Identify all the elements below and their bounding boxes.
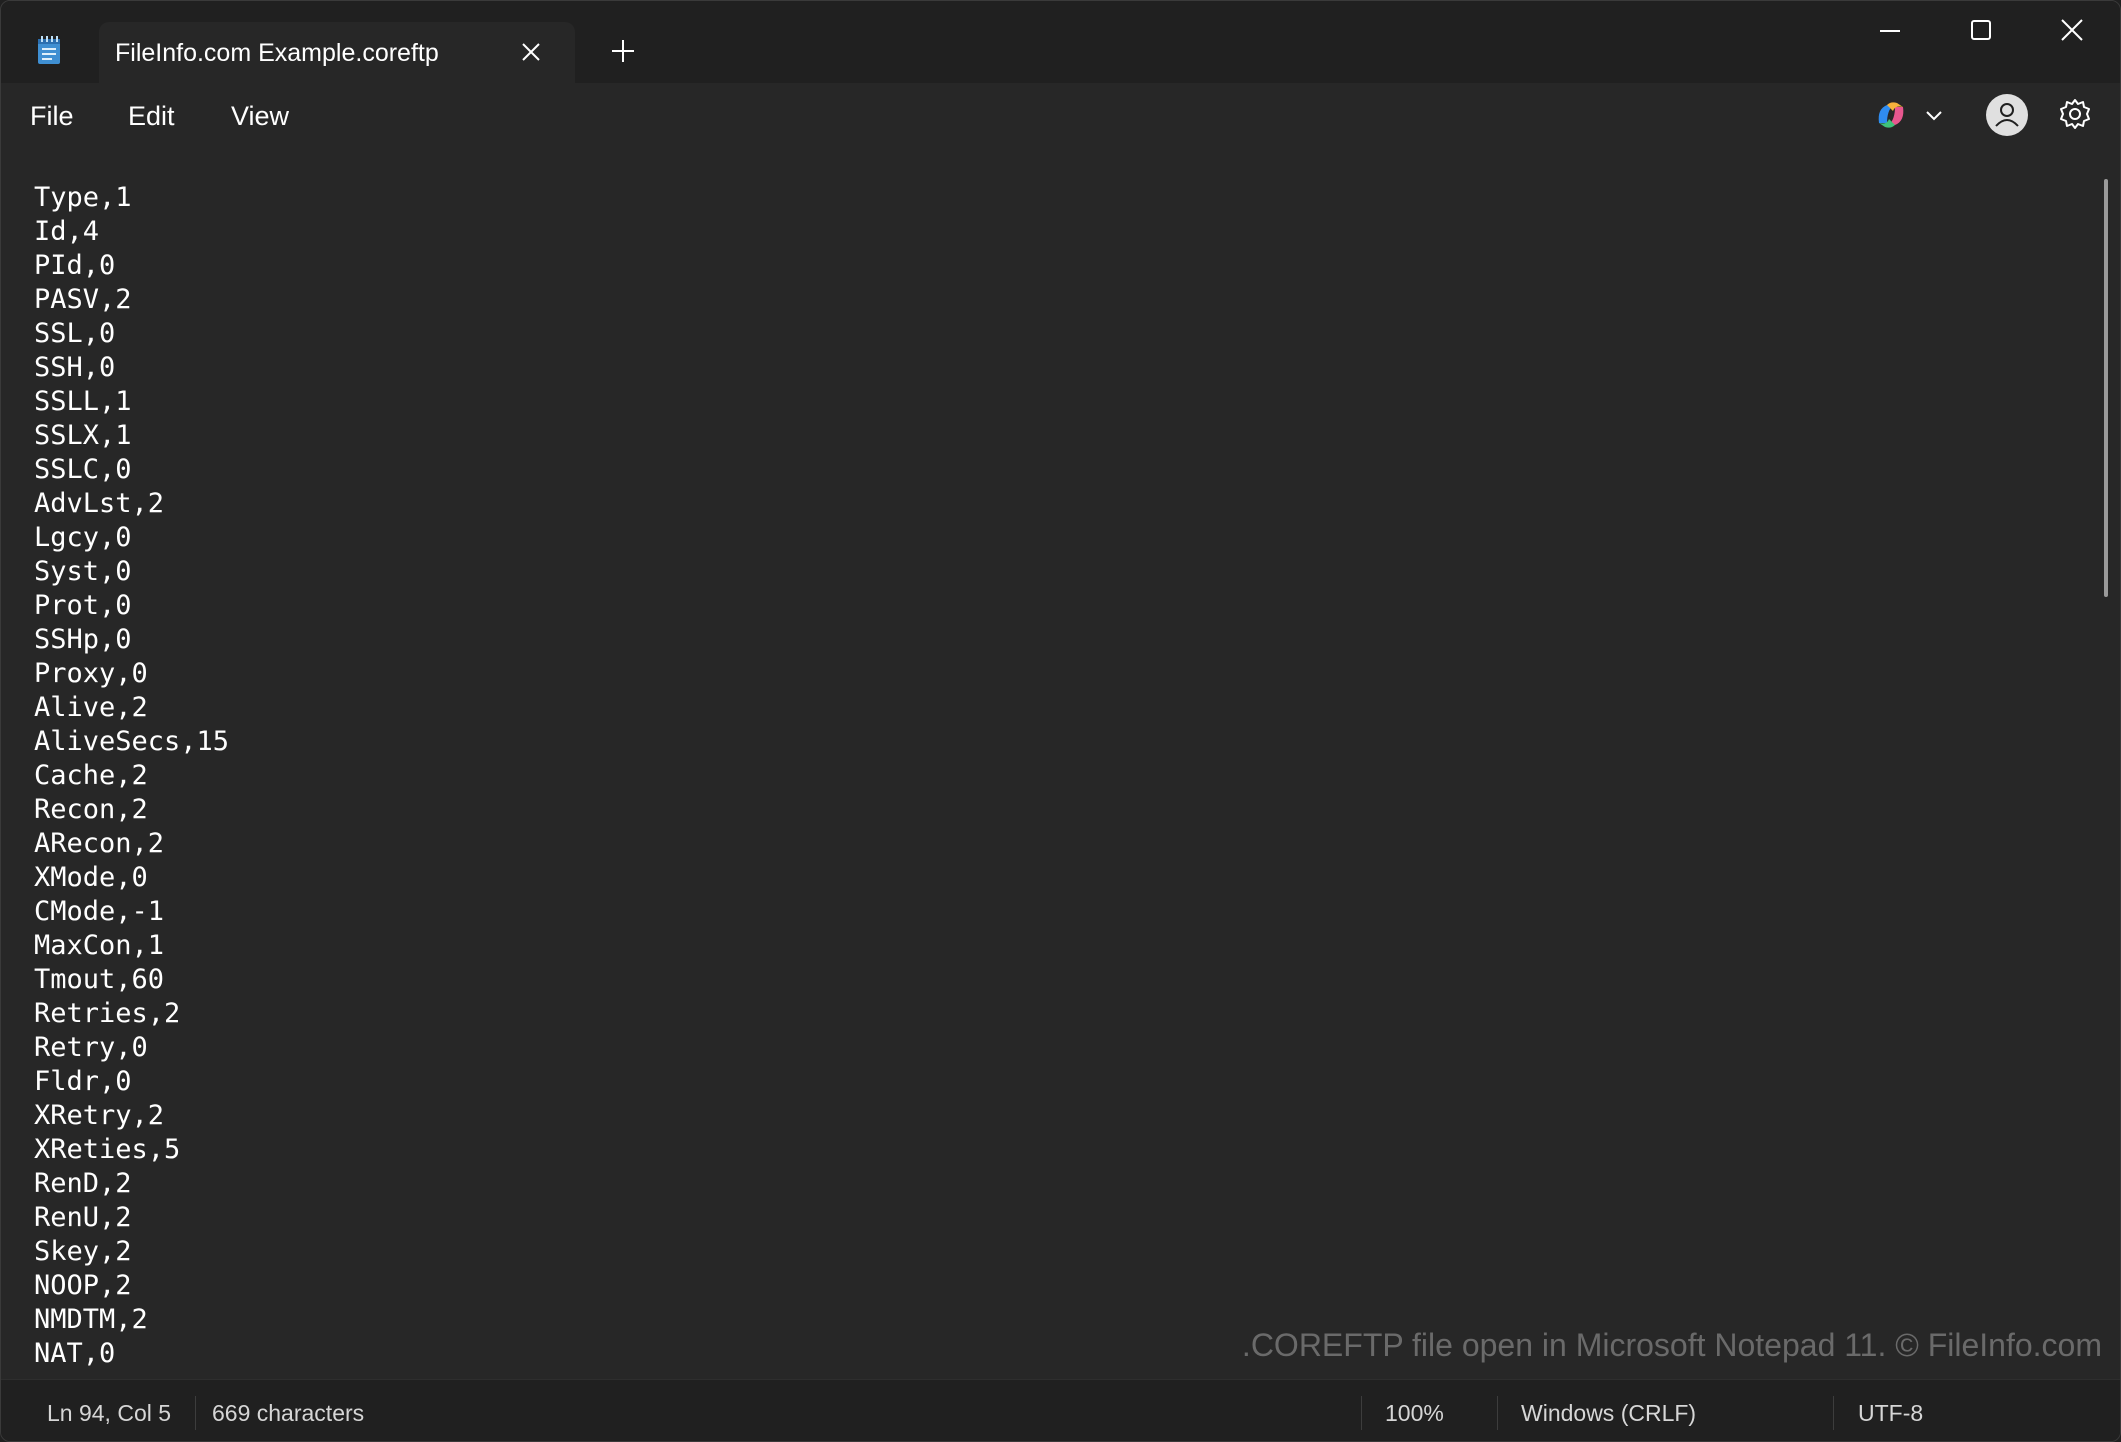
status-divider: [1361, 1396, 1362, 1430]
editor-line: Syst,0: [34, 556, 132, 587]
watermark: .COREFTP file open in Microsoft Notepad …: [1241, 1327, 2102, 1363]
editor-line: RenU,2: [34, 1202, 132, 1233]
editor-line: AdvLst,2: [34, 488, 165, 519]
minimize-icon[interactable]: [1870, 13, 1910, 49]
avatar-icon: [1995, 103, 2019, 127]
editor-line: AliveSecs,15: [34, 726, 230, 757]
chevron-down-icon[interactable]: [1923, 105, 1945, 125]
editor-line: CMode,-1: [34, 896, 165, 927]
editor-line: SSLL,1: [34, 386, 132, 417]
editor-line: NAT,0: [34, 1338, 116, 1369]
editor-line: Prot,0: [34, 590, 132, 621]
vertical-scrollbar[interactable]: [2104, 179, 2108, 597]
editor-line: SSLX,1: [34, 420, 132, 451]
editor-line: MaxCon,1: [34, 930, 165, 961]
status-encoding[interactable]: UTF-8: [1858, 1400, 1923, 1427]
editor-line: Cache,2: [34, 760, 148, 791]
status-divider: [1497, 1396, 1498, 1430]
editor-line: Tmout,60: [34, 964, 165, 995]
text-editor[interactable]: Type,1 Id,4 PId,0 PASV,2 SSL,0 SSH,0 SSLL,1 SSL…: [1, 147, 2120, 1379]
maximize-icon[interactable]: [1961, 13, 2001, 49]
menu-file[interactable]: File: [30, 101, 74, 132]
status-divider: [195, 1396, 196, 1430]
status-characters: 669 characters: [212, 1400, 365, 1426]
tab-close-icon[interactable]: [517, 38, 545, 66]
plus-icon[interactable]: [609, 37, 637, 65]
status-zoom[interactable]: 100%: [1385, 1400, 1444, 1427]
status-position: Ln 94, Col 5: [47, 1400, 172, 1426]
notepad-window: FileInfo.com Example.coreftp File Edit V…: [0, 0, 2121, 1442]
editor-line: Fldr,0: [34, 1066, 132, 1097]
close-icon[interactable]: [2052, 13, 2092, 49]
editor-line: SSH,0: [34, 352, 116, 383]
menu-bar: File Edit View: [1, 83, 2120, 147]
title-bar: FileInfo.com Example.coreftp: [1, 1, 2120, 83]
editor-line: SSLC,0: [34, 454, 132, 485]
editor-line: NOOP,2: [34, 1270, 132, 1301]
editor-lines: Type,1 Id,4 PId,0 PASV,2 SSL,0 SSH,0 SSLL,1 SSL…: [34, 181, 229, 1371]
editor-line: PASV,2: [34, 284, 132, 315]
menu-view[interactable]: View: [231, 101, 289, 132]
notepad-icon: [38, 36, 60, 64]
editor-line: Skey,2: [34, 1236, 132, 1267]
editor-line: XReties,5: [34, 1134, 181, 1165]
editor-line: Type,1: [34, 182, 132, 213]
editor-line: Id,4: [34, 216, 100, 247]
gear-icon[interactable]: [2058, 97, 2092, 131]
editor-line: ARecon,2: [34, 828, 165, 859]
editor-line: PId,0: [34, 250, 116, 281]
editor-line: Recon,2: [34, 794, 148, 825]
copilot-icon[interactable]: [1873, 97, 1909, 133]
menu-edit[interactable]: Edit: [128, 101, 175, 132]
editor-line: Proxy,0: [34, 658, 148, 689]
status-bar: Ln 94, Col 5 669 characters 100% Windows…: [1, 1379, 2120, 1441]
tab-document[interactable]: FileInfo.com Example.coreftp: [99, 22, 575, 83]
editor-line: Retries,2: [34, 998, 181, 1029]
editor-line: Lgcy,0: [34, 522, 132, 553]
editor-line: RenD,2: [34, 1168, 132, 1199]
editor-line: XMode,0: [34, 862, 148, 893]
status-divider: [1833, 1396, 1834, 1430]
editor-line: SSHp,0: [34, 624, 132, 655]
editor-line: NMDTM,2: [34, 1304, 148, 1335]
status-line-endings[interactable]: Windows (CRLF): [1521, 1400, 1696, 1427]
tab-title: FileInfo.com Example.coreftp: [115, 39, 439, 67]
avatar[interactable]: [1986, 94, 2028, 136]
editor-line: XRetry,2: [34, 1100, 165, 1131]
editor-line: SSL,0: [34, 318, 116, 349]
editor-line: Retry,0: [34, 1032, 148, 1063]
editor-line: Alive,2: [34, 692, 148, 723]
